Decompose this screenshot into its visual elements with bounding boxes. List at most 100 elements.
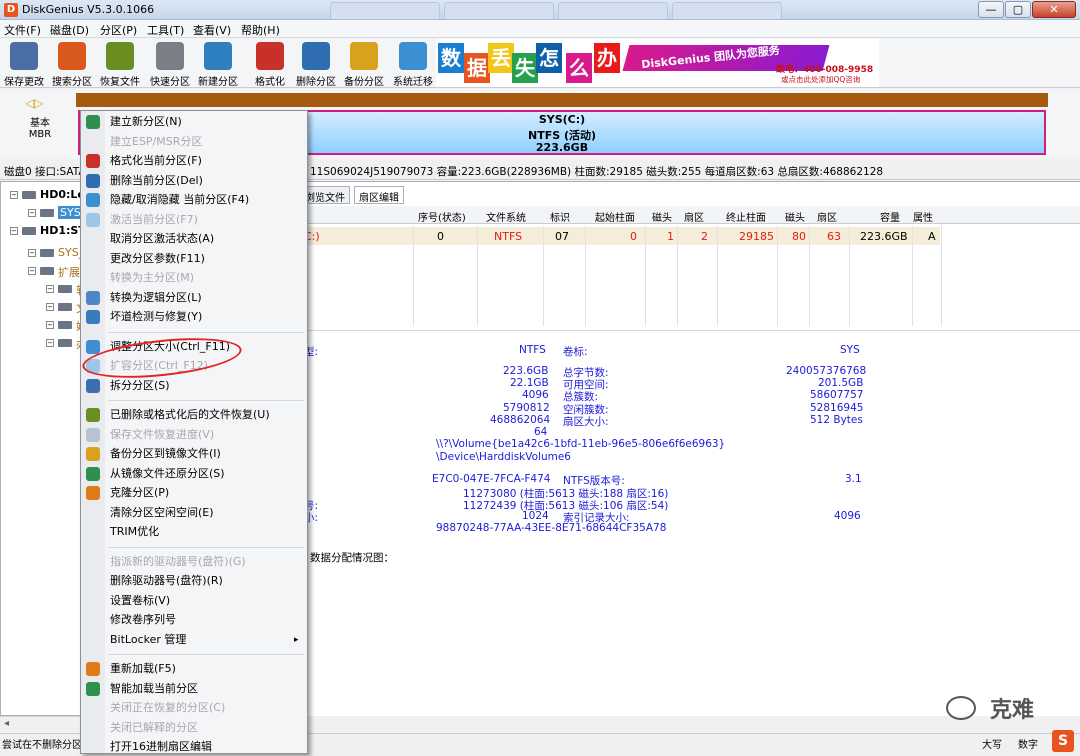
toolbar-button-label: 删除分区 <box>296 77 336 88</box>
context-menu-item[interactable]: 删除驱动器号(盘符)(R) <box>110 572 223 590</box>
context-menu-item[interactable]: BitLocker 管理 <box>110 631 186 649</box>
table-column-header[interactable]: 磁头 <box>652 209 672 224</box>
tree-expander-icon[interactable]: − <box>46 321 54 329</box>
context-menu-item[interactable]: 修改卷序列号 <box>110 611 176 629</box>
watermark-text: 克难 <box>990 698 1035 723</box>
table-cell: A <box>928 230 936 243</box>
toolbar-button[interactable]: 快速分区 <box>146 40 194 88</box>
toolbar-button[interactable]: 搜索分区 <box>48 40 96 88</box>
context-menu-item[interactable]: 格式化当前分区(F) <box>110 152 202 170</box>
context-menu-item[interactable]: 删除当前分区(Del) <box>110 172 203 190</box>
context-menu-item[interactable]: 备份分区到镜像文件(I) <box>110 445 221 463</box>
background-tab[interactable] <box>558 2 668 19</box>
table-grid-line <box>912 226 913 326</box>
background-tab[interactable] <box>672 2 782 19</box>
ad-banner[interactable]: 数据丢失怎么办 DiskGenius 团队为您服务 致电：400-008-995… <box>436 39 879 87</box>
table-cell: 0 <box>630 230 637 243</box>
context-menu-item: 指派新的驱动器号(盘符)(G) <box>110 554 246 568</box>
tab-sector-edit[interactable]: 扇区编辑 <box>354 186 404 204</box>
tree-expander-icon[interactable]: − <box>46 303 54 311</box>
context-menu-item[interactable]: 隐藏/取消隐藏 当前分区(F4) <box>110 191 249 209</box>
total-size-value: 223.6GB <box>503 365 549 377</box>
context-menu-item[interactable]: 智能加载当前分区 <box>110 680 198 698</box>
tree-expander-icon[interactable]: − <box>10 227 18 235</box>
disk-icon <box>40 209 54 217</box>
disk-icon <box>40 267 54 275</box>
menu-item-icon <box>86 466 100 481</box>
volume-label-value: SYS <box>840 344 860 356</box>
context-menu-item[interactable]: 取消分区激活状态(A) <box>110 230 214 248</box>
context-menu-item[interactable]: 克隆分区(P) <box>110 484 169 502</box>
table-column-header[interactable]: 终止柱面 <box>726 209 766 224</box>
toolbar-button[interactable]: 恢复文件 <box>96 40 144 88</box>
context-menu-item[interactable]: 更改分区参数(F11) <box>110 250 205 268</box>
table-column-header[interactable]: 扇区 <box>684 209 704 224</box>
menu-item-icon <box>86 290 100 305</box>
tree-expander-icon[interactable]: − <box>28 209 36 217</box>
context-menu-item[interactable]: 从镜像文件还原分区(S) <box>110 465 225 483</box>
tree-expander-icon[interactable]: − <box>46 285 54 293</box>
toolbar-button[interactable]: 备份分区 <box>340 40 388 88</box>
menu-item[interactable]: 帮助(H) <box>241 22 280 38</box>
scroll-left-icon[interactable]: ◂ <box>4 718 9 729</box>
table-grid-line <box>717 226 718 326</box>
context-menu-item[interactable]: 坏道检测与修复(Y) <box>110 308 202 326</box>
context-menu-item[interactable]: 重新加载(F5) <box>110 660 176 678</box>
menu-item[interactable]: 文件(F) <box>4 22 41 38</box>
menu-item[interactable]: 分区(P) <box>100 22 137 38</box>
toolbar-button[interactable]: 保存更改 <box>0 40 48 88</box>
menu-item[interactable]: 工具(T) <box>147 22 184 38</box>
table-column-header[interactable]: 起始柱面 <box>595 209 635 224</box>
disk-info-line: 11S069024J519079073 容量:223.6GB(228936MB)… <box>310 166 884 178</box>
minimize-button[interactable]: — <box>978 1 1004 18</box>
menu-item[interactable]: 磁盘(D) <box>50 22 89 38</box>
caps-indicator: 大写 <box>982 740 1002 751</box>
start-sector-value: 64 <box>534 426 548 438</box>
tree-expander-icon[interactable]: − <box>28 249 36 257</box>
tree-node[interactable]: HD1:ST <box>40 224 86 237</box>
context-menu-item[interactable]: 已删除或格式化后的文件恢复(U) <box>110 406 270 424</box>
background-tab[interactable] <box>444 2 554 19</box>
table-row[interactable] <box>300 227 940 245</box>
context-menu-item[interactable]: 拆分分区(S) <box>110 377 170 395</box>
table-column-header[interactable]: 属性 <box>913 209 933 224</box>
background-tab[interactable] <box>330 2 440 19</box>
disk-nav-arrows-icon[interactable]: ◁▷ <box>25 96 43 110</box>
menu-item-icon <box>86 378 100 393</box>
toolbar-button[interactable]: 删除分区 <box>292 40 340 88</box>
close-button[interactable]: ✕ <box>1032 1 1076 18</box>
table-grid-line <box>543 226 544 326</box>
tree-expander-icon[interactable]: − <box>28 267 36 275</box>
tree-node[interactable]: 扩展 <box>58 264 80 280</box>
context-menu-item[interactable]: 建立新分区(N) <box>110 113 182 131</box>
menu-item[interactable]: 查看(V) <box>193 22 231 38</box>
save-icon <box>10 42 38 70</box>
disk-icon <box>58 321 72 329</box>
search-icon <box>58 42 86 70</box>
toolbar-button[interactable]: 新建分区 <box>194 40 242 88</box>
corner-app-icon[interactable]: S <box>1052 730 1074 752</box>
toolbar-button[interactable]: 格式化 <box>246 40 294 88</box>
context-menu-item[interactable]: 设置卷标(V) <box>110 592 170 610</box>
free-clusters-value: 52816945 <box>810 402 864 414</box>
context-menu-item[interactable]: 打开16进制扇区编辑 <box>110 738 212 756</box>
context-menu-item[interactable]: 清除分区空闲空间(E) <box>110 504 214 522</box>
table-column-header[interactable]: 磁头 <box>785 209 805 224</box>
volume-guid-2: 98870248-77AA-43EE-8E71-68644CF35A78 <box>436 522 667 534</box>
table-column-header[interactable]: 扇区 <box>817 209 837 224</box>
window-title: DiskGenius V5.3.0.1066 <box>22 3 155 16</box>
table-column-header[interactable]: 标识 <box>550 209 570 224</box>
table-column-header[interactable]: 序号(状态) <box>418 209 466 224</box>
table-column-header[interactable]: 文件系统 <box>486 209 526 224</box>
tree-expander-icon[interactable]: − <box>46 339 54 347</box>
tree-expander-icon[interactable]: − <box>10 191 18 199</box>
new-partition-icon <box>204 42 232 70</box>
table-column-header[interactable]: 容量 <box>880 209 900 224</box>
tree-node[interactable]: HD0:Le <box>40 188 85 201</box>
disk-icon <box>58 285 72 293</box>
context-menu-item[interactable]: TRIM优化 <box>110 523 159 541</box>
maximize-button[interactable]: ▢ <box>1005 1 1031 18</box>
toolbar-button[interactable]: 系统迁移 <box>389 40 437 88</box>
delete-icon <box>302 42 330 70</box>
context-menu-item[interactable]: 转换为逻辑分区(L) <box>110 289 202 307</box>
